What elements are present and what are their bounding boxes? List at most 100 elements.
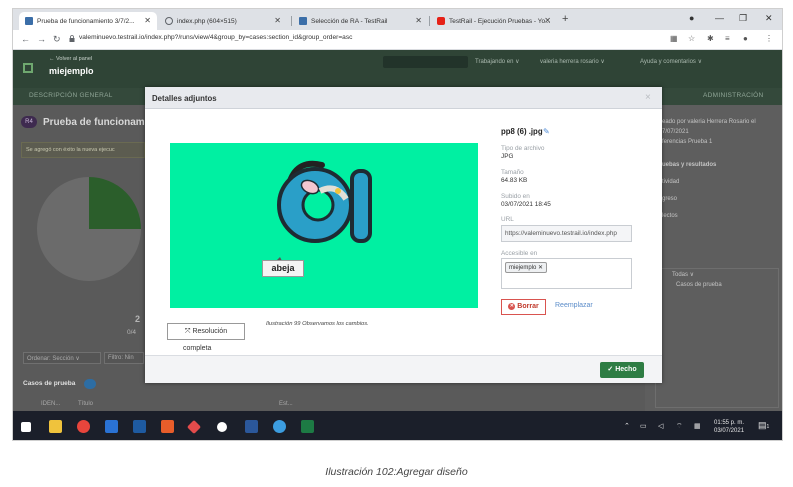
url-field[interactable]: valeminuevo.testrail.io/index.php?/runs/… [79, 34, 352, 41]
back-to-dashboard-link[interactable]: ← Volver al panel [49, 56, 92, 62]
user-menu[interactable]: valeria herrera rosario ∨ [540, 58, 605, 65]
pie-subtext: 0/4 [127, 329, 137, 336]
full-resolution-button[interactable]: ⤧ Resolución [167, 323, 245, 340]
browser-tab[interactable]: Selección de RA - TestRail ✕ [293, 12, 428, 30]
notifications-icon[interactable]: ▤1 [758, 420, 769, 431]
back-arrow-icon[interactable]: ← [21, 34, 30, 44]
done-button[interactable]: ✓ Hecho [600, 362, 644, 378]
excel-icon[interactable] [301, 420, 314, 433]
nav-administration[interactable]: ADMINISTRACIÓN [703, 92, 764, 99]
file-type-label: Tipo de archivo [501, 145, 545, 152]
tray-expand-icon[interactable]: ⌃ [624, 422, 630, 430]
app-icon[interactable] [161, 420, 174, 433]
attachment-caption: Ilustración 99 Observamos los cambios. [266, 321, 369, 327]
tab-divider [429, 16, 430, 26]
image-label: abeja [262, 260, 304, 277]
modal-header: Detalles adjuntos × [145, 87, 662, 109]
clock-date: 03/07/2021 [714, 428, 745, 434]
clock-time: 01:55 p. m. [714, 420, 745, 426]
tab-title: TestRail - Ejecución Pruebas - Yo... [449, 17, 551, 25]
globe-favicon-icon [165, 17, 173, 25]
column-header-id[interactable]: IDEN... [41, 401, 60, 407]
run-badge: R4 [21, 116, 37, 128]
keyboard-icon[interactable]: ▦ [694, 422, 701, 430]
git-icon[interactable] [186, 419, 202, 435]
help-menu[interactable]: Ayuda y comentarios ∨ [640, 58, 702, 65]
close-tab-icon[interactable]: ✕ [415, 16, 422, 25]
modal-footer: ✓ Hecho [145, 355, 662, 383]
taskbar-clock[interactable]: 01:55 p. m. 03/07/2021 [714, 419, 744, 435]
maximize-icon[interactable]: ❐ [739, 13, 747, 24]
app-header: ← Volver al panel miejemplo Trabajando e… [13, 50, 782, 88]
created-date-text: 7/07/2021 [662, 129, 689, 135]
tree-item[interactable]: Casos de prueba [676, 282, 722, 288]
word-icon[interactable] [245, 420, 258, 433]
column-header-title[interactable]: Título [78, 401, 93, 407]
tree-filter[interactable]: Todas ∨ [672, 271, 694, 278]
extensions-icon[interactable]: ✱ [707, 34, 714, 43]
windows-start-icon[interactable] [21, 422, 31, 432]
remove-chip-icon[interactable]: ✕ [538, 265, 543, 271]
minimize-icon[interactable]: — [715, 13, 724, 23]
lock-icon [69, 35, 75, 42]
tab-title: index.php (604×515) [177, 17, 237, 25]
delete-button[interactable]: ✕ Borrar [501, 299, 546, 315]
browser-tab-active[interactable]: Prueba de funcionamiento 3/7/2... ✕ [19, 12, 157, 30]
app-icon[interactable] [105, 420, 118, 433]
close-tab-icon[interactable]: ✕ [144, 16, 151, 25]
working-on-menu[interactable]: Trabajando en ∨ [475, 58, 520, 65]
youtube-favicon-icon [437, 17, 445, 25]
letter-a-illustration-icon [270, 160, 372, 267]
file-type-value: JPG [501, 153, 514, 160]
forward-arrow-icon[interactable]: → [37, 34, 46, 44]
network-icon[interactable]: ▭ [640, 422, 647, 430]
accessible-in-field[interactable]: miejemplo ✕ [501, 258, 632, 289]
filter-select[interactable]: Filtro: Nin [104, 352, 144, 364]
browser-tab[interactable]: TestRail - Ejecución Pruebas - Yo... ✕ [431, 12, 557, 30]
size-value: 64.83 KB [501, 177, 528, 184]
project-chip[interactable]: miejemplo ✕ [505, 262, 548, 273]
tab-search-icon[interactable]: ● [689, 13, 694, 23]
bookmark-star-icon[interactable]: ☆ [688, 34, 695, 43]
wifi-icon[interactable]: ⌔ [676, 422, 683, 431]
nav-overview[interactable]: DESCRIPCIÓN GENERAL [29, 92, 113, 99]
app-icon[interactable] [273, 420, 286, 433]
attachment-preview-image[interactable]: abeja [170, 143, 478, 308]
new-tab-button[interactable]: + [562, 13, 568, 25]
testrail-favicon-icon [299, 17, 307, 25]
activity-link[interactable]: tividad [662, 179, 679, 185]
browser-tab[interactable]: index.php (604×515) ✕ [159, 12, 287, 30]
close-icon[interactable]: × [645, 92, 651, 103]
defects-link[interactable]: lectos [662, 213, 678, 219]
run-sidebar: eado por valeria Herrera Rosario el 7/07… [645, 105, 782, 411]
attachment-url-field[interactable]: https://valeminuevo.testrail.io/index.ph… [501, 225, 632, 242]
close-tab-icon[interactable]: ✕ [274, 16, 281, 25]
address-bar: ← → ↻ valeminuevo.testrail.io/index.php?… [13, 30, 782, 50]
close-tab-icon[interactable]: ✕ [544, 16, 551, 25]
browser-menu-icon[interactable]: ⋮ [765, 34, 773, 43]
testrail-logo-icon [23, 63, 33, 73]
references-text: ferencias Prueba 1 [662, 139, 713, 145]
translate-icon[interactable]: ▦ [670, 34, 678, 43]
url-label: URL [501, 216, 514, 223]
sort-select[interactable]: Ordenar: Sección ∨ [23, 352, 101, 364]
replace-link[interactable]: Reemplazar [555, 302, 593, 309]
app-icon[interactable] [217, 422, 227, 432]
app-icon[interactable] [133, 420, 146, 433]
reading-list-icon[interactable]: ≡ [725, 34, 730, 43]
volume-icon[interactable]: ◁ [658, 422, 663, 430]
success-message: Se agregó con éxito la nueva ejecuc [21, 142, 145, 158]
close-window-icon[interactable]: ✕ [765, 13, 773, 24]
edit-pencil-icon[interactable]: ✎ [543, 127, 550, 136]
file-explorer-icon[interactable] [49, 420, 62, 433]
chrome-icon[interactable] [77, 420, 90, 433]
reload-icon[interactable]: ↻ [53, 34, 61, 45]
browser-tab-bar: Prueba de funcionamiento 3/7/2... ✕ inde… [13, 9, 782, 30]
testrail-favicon-icon [25, 17, 33, 25]
project-name: miejemplo [49, 66, 94, 76]
profile-icon[interactable]: ● [743, 34, 748, 43]
pie-count: 2 [135, 314, 141, 324]
header-search-input[interactable] [383, 56, 468, 68]
progress-link[interactable]: greso [662, 196, 677, 202]
column-header-status[interactable]: Est... [279, 401, 293, 407]
